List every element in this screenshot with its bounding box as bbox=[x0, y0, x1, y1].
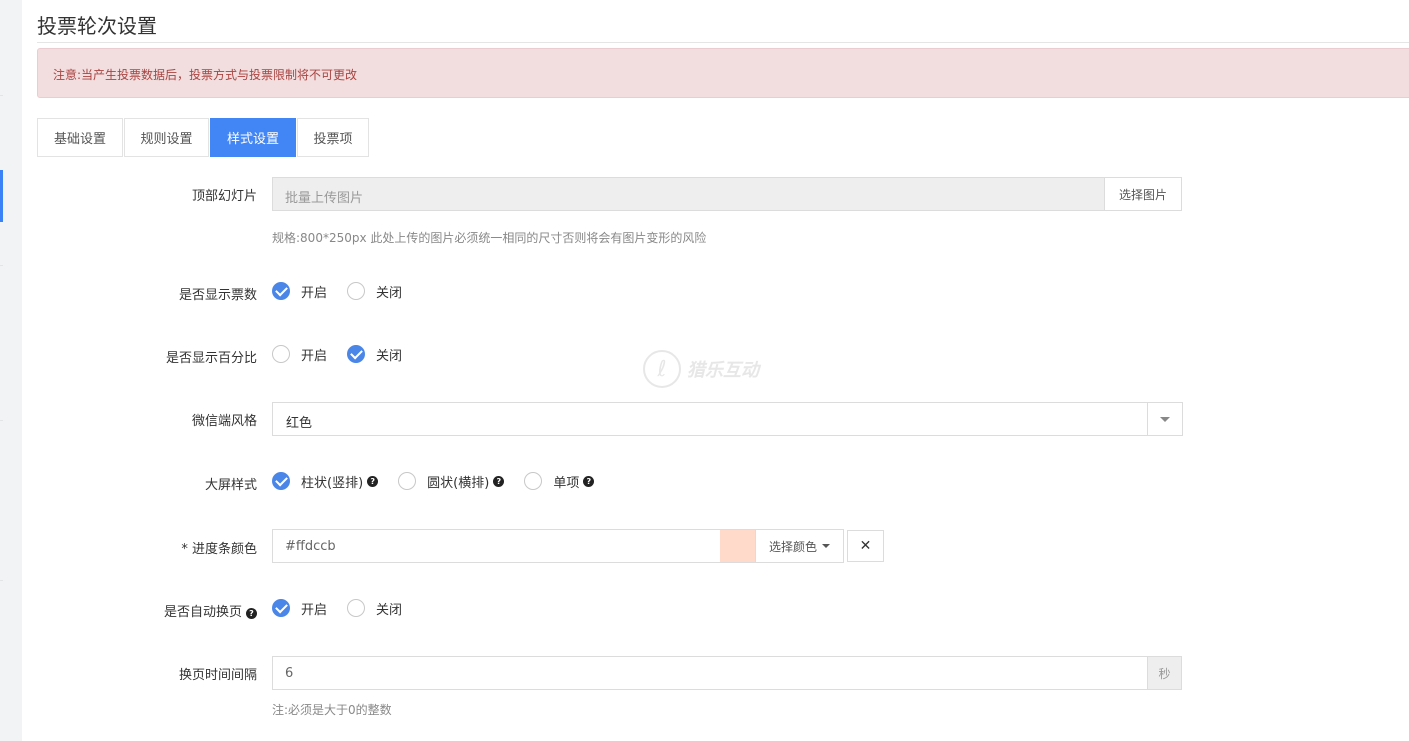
auto-page-off-label[interactable]: 关闭 bbox=[376, 599, 402, 618]
page-interval-hint: 注:必须是大于0的整数 bbox=[272, 703, 392, 717]
screen-style-label: 大屏样式 bbox=[204, 478, 257, 493]
watermark-icon: ℓ bbox=[643, 350, 681, 388]
auto-page-on-radio[interactable] bbox=[272, 599, 290, 617]
show-votes-label: 是否显示票数 bbox=[178, 288, 257, 303]
sidebar-divider bbox=[0, 420, 3, 421]
show-votes-off-radio[interactable] bbox=[347, 282, 366, 300]
screen-style-bar-radio[interactable] bbox=[272, 472, 290, 490]
tab-vote-items[interactable]: 投票项 bbox=[297, 118, 369, 157]
progress-color-input[interactable]: #ffdccb bbox=[272, 529, 721, 563]
screen-style-circle-radio[interactable] bbox=[398, 472, 417, 490]
select-arrow[interactable] bbox=[1147, 403, 1182, 435]
help-icon[interactable]: ? bbox=[367, 475, 379, 487]
progress-color-label: * 进度条颜色 bbox=[181, 542, 257, 557]
screen-style-radio-group: 柱状(竖排) ? 圆状(横排) ? 单项 ? bbox=[272, 471, 595, 491]
tab-rules[interactable]: 规则设置 bbox=[124, 118, 209, 157]
progress-color-value: #ffdccb bbox=[285, 539, 336, 554]
slideshow-upload-input[interactable]: 批量上传图片 bbox=[272, 177, 1105, 211]
pick-color-label: 选择颜色 bbox=[768, 539, 817, 554]
pick-color-button[interactable]: 选择颜色 bbox=[755, 529, 844, 563]
auto-page-off-radio[interactable] bbox=[347, 599, 366, 617]
show-percent-radio-group: 开启 关闭 bbox=[272, 344, 422, 364]
slideshow-placeholder: 批量上传图片 bbox=[285, 191, 364, 206]
wechat-style-label: 微信端风格 bbox=[191, 414, 257, 429]
slideshow-label: 顶部幻灯片 bbox=[191, 189, 257, 204]
watermark-text: 猎乐互动 bbox=[687, 360, 759, 381]
show-percent-off-label[interactable]: 关闭 bbox=[376, 345, 402, 364]
show-percent-on-label[interactable]: 开启 bbox=[301, 345, 327, 364]
help-icon[interactable]: ? bbox=[246, 608, 257, 619]
page-interval-input[interactable]: 6 bbox=[272, 656, 1148, 690]
close-icon: ✕ bbox=[859, 538, 872, 554]
page-title: 投票轮次设置 bbox=[37, 14, 157, 38]
title-divider bbox=[37, 42, 1409, 43]
sidebar-active-indicator bbox=[0, 170, 3, 222]
help-icon[interactable]: ? bbox=[583, 475, 595, 487]
sidebar-divider bbox=[0, 580, 3, 581]
color-swatch bbox=[720, 529, 756, 563]
screen-style-single-radio[interactable] bbox=[524, 472, 543, 490]
auto-page-label: 是否自动换页? bbox=[37, 601, 257, 620]
show-votes-off-label[interactable]: 关闭 bbox=[376, 282, 402, 301]
watermark-logo: ℓ 猎乐互动 bbox=[643, 350, 759, 388]
wechat-style-select[interactable]: 红色 bbox=[272, 402, 1183, 436]
notice-text: 注意:当产生投票数据后，投票方式与投票限制将不可更改 bbox=[53, 68, 358, 82]
clear-color-button[interactable]: ✕ bbox=[847, 530, 884, 562]
show-percent-on-radio[interactable] bbox=[272, 345, 290, 363]
settings-tabs: 基础设置 规则设置 样式设置 投票项 bbox=[37, 118, 370, 157]
auto-page-radio-group: 开启 关闭 bbox=[272, 598, 422, 618]
page-interval-label: 换页时间间隔 bbox=[178, 668, 257, 683]
page-interval-value: 6 bbox=[285, 666, 294, 681]
auto-page-on-label[interactable]: 开启 bbox=[301, 599, 327, 618]
show-votes-on-label[interactable]: 开启 bbox=[301, 282, 327, 301]
sidebar-divider bbox=[0, 265, 3, 266]
screen-style-bar-label[interactable]: 柱状(竖排) bbox=[301, 472, 363, 491]
tab-basic[interactable]: 基础设置 bbox=[37, 118, 123, 157]
show-percent-off-radio[interactable] bbox=[347, 345, 366, 363]
show-votes-on-radio[interactable] bbox=[272, 282, 290, 300]
seconds-unit-addon: 秒 bbox=[1147, 656, 1182, 690]
wechat-style-value: 红色 bbox=[286, 416, 313, 431]
auto-page-label-text: 是否自动换页 bbox=[163, 605, 242, 620]
tab-style[interactable]: 样式设置 bbox=[210, 118, 296, 157]
select-image-button[interactable]: 选择图片 bbox=[1104, 177, 1182, 211]
notice-alert: 注意:当产生投票数据后，投票方式与投票限制将不可更改 bbox=[37, 48, 1409, 98]
left-sidebar-strip bbox=[0, 0, 22, 741]
show-percent-label: 是否显示百分比 bbox=[165, 351, 257, 366]
caret-down-icon bbox=[822, 544, 830, 548]
help-icon[interactable]: ? bbox=[493, 475, 505, 487]
chevron-down-icon bbox=[1160, 416, 1170, 422]
screen-style-single-label[interactable]: 单项 bbox=[553, 472, 579, 491]
slideshow-hint: 规格:800*250px 此处上传的图片必须统一相同的尺寸否则将会有图片变形的风… bbox=[272, 231, 707, 245]
screen-style-circle-label[interactable]: 圆状(横排) bbox=[427, 472, 489, 491]
sidebar-divider bbox=[0, 95, 3, 96]
show-votes-radio-group: 开启 关闭 bbox=[272, 281, 422, 301]
